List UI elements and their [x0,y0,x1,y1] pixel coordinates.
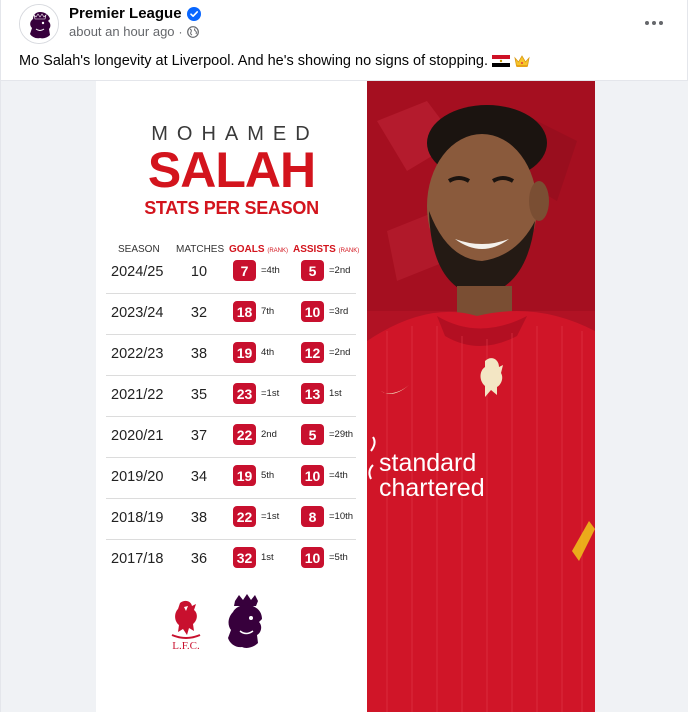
matches-cell: 10 [190,264,208,280]
season-row: 2024/25 10 7 =4th 5 =2nd [106,253,356,294]
season-row: 2018/19 38 22 =1st 8 =10th [106,499,356,540]
goals-rank: 1st [261,552,274,563]
goals-badge: 22 [233,506,256,527]
season-cell: 2017/18 [111,551,164,567]
assists-badge: 8 [301,506,324,527]
season-cell: 2023/24 [111,305,164,321]
assists-rank: =3rd [329,306,349,317]
assists-rank: =2nd [329,265,351,276]
stats-graphic: MOHAMED SALAH STATS PER SEASON SEASON MA… [96,81,595,712]
logos-area: L.F.C. [96,591,367,671]
page-name[interactable]: Premier League [69,5,182,22]
assists-badge: 5 [301,424,324,445]
club-logos: L.F.C. [171,594,262,652]
goals-badge: 22 [233,424,256,445]
season-row: 2021/22 35 23 =1st 13 1st [106,376,356,417]
facebook-post: Premier League about an hour ago · Mo Sa… [0,0,688,712]
page-name-row: Premier League [69,5,201,22]
sponsor-line-1: standard [379,449,476,477]
post-media[interactable]: MOHAMED SALAH STATS PER SEASON SEASON MA… [1,81,688,712]
crown-emoji [514,55,530,67]
assists-rank: =2nd [329,347,351,358]
premier-league-lion-icon [20,5,58,43]
sponsor-line-2: chartered [379,474,485,502]
assists-rank: =4th [329,470,348,481]
club-crest-text: L.F.C. [172,640,200,652]
matches-cell: 35 [190,387,208,403]
post-timestamp[interactable]: about an hour ago [69,24,175,39]
matches-cell: 37 [190,428,208,444]
globe-icon[interactable] [186,25,199,38]
premier-league-lion-icon [228,594,262,648]
assists-badge: 13 [301,383,324,404]
assists-rank: =29th [329,429,354,440]
season-cell: 2022/23 [111,346,164,362]
assists-rank: =5th [329,552,348,563]
matches-cell: 38 [190,346,208,362]
goals-rank: =1st [261,511,280,522]
player-last-name: SALAH [147,142,316,198]
season-row: 2017/18 36 32 1st 10 =5th [106,540,356,581]
more-options-icon[interactable] [641,10,667,36]
goals-rank: 7th [261,306,275,317]
goals-badge: 23 [233,383,256,404]
post-caption: Mo Salah's longevity at Liverpool. And h… [19,53,530,69]
caption-text: Mo Salah's longevity at Liverpool. And h… [19,53,489,69]
assists-rank: =10th [329,511,354,522]
goals-rank: =4th [261,265,280,276]
season-cell: 2018/19 [111,510,164,526]
goals-rank: =1st [261,388,280,399]
post-meta: about an hour ago · [69,24,199,39]
meta-separator: · [178,24,183,39]
season-cell: 2020/21 [111,428,164,444]
goals-badge: 7 [233,260,256,281]
season-row: 2019/20 34 19 5th 10 =4th [106,458,356,499]
stats-panel: MOHAMED SALAH STATS PER SEASON SEASON MA… [96,81,367,712]
goals-rank: 2nd [261,429,277,440]
goals-rank: 4th [261,347,275,358]
assists-rank: 1st [329,388,342,399]
player-photo: standard chartered [367,81,595,712]
goals-badge: 19 [233,342,256,363]
assists-badge: 12 [301,342,324,363]
goals-badge: 19 [233,465,256,486]
graphic-subtitle: STATS PER SEASON [144,198,319,218]
assists-badge: 10 [301,465,324,486]
goals-badge: 18 [233,301,256,322]
season-cell: 2021/22 [111,387,164,403]
matches-cell: 36 [190,551,208,567]
assists-badge: 10 [301,547,324,568]
liverbird-crest-icon [171,600,201,639]
salah-photo-illustration: standard chartered [367,81,595,712]
matches-cell: 34 [190,469,208,485]
post-header: Premier League about an hour ago · [1,0,688,50]
verified-badge-icon [186,6,201,21]
season-cell: 2019/20 [111,469,164,485]
egypt-flag-emoji [492,55,511,67]
matches-cell: 38 [190,510,208,526]
goals-rank: 5th [261,470,275,481]
season-cell: 2024/25 [111,264,164,280]
page-avatar[interactable] [19,4,59,44]
assists-badge: 10 [301,301,324,322]
goals-badge: 32 [233,547,256,568]
assists-badge: 5 [301,260,324,281]
season-row: 2022/23 38 19 4th 12 =2nd [106,335,356,376]
season-row: 2020/21 37 22 2nd 5 =29th [106,417,356,458]
matches-cell: 32 [190,305,208,321]
season-row: 2023/24 32 18 7th 10 =3rd [106,294,356,335]
